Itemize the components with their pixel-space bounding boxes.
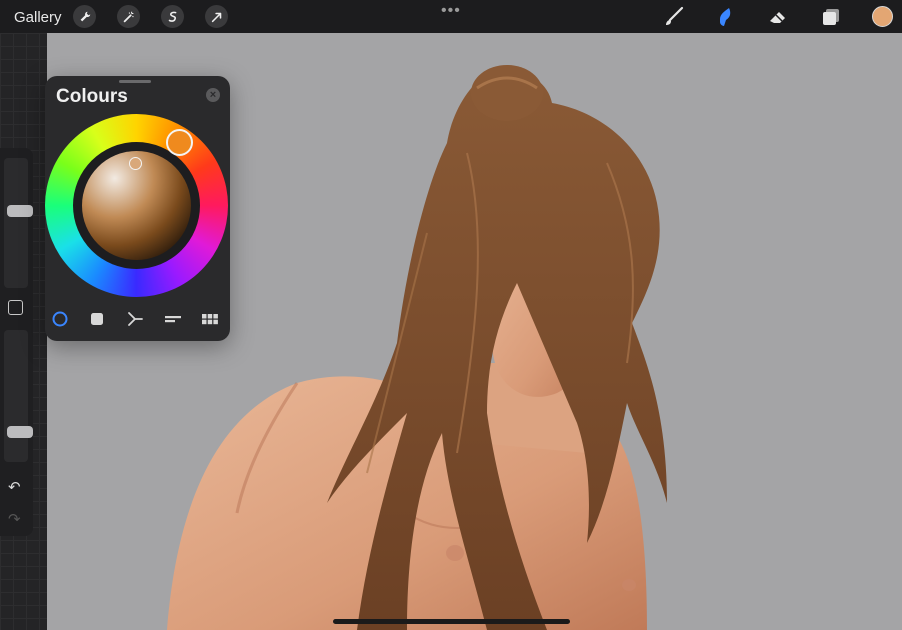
saturation-selector-handle[interactable]: [129, 157, 142, 170]
magic-wand-icon: [123, 11, 134, 22]
tab-disc[interactable]: [50, 310, 70, 328]
tab-classic[interactable]: [87, 310, 107, 328]
colour-mode-tabs: [45, 308, 230, 330]
layers-icon: [823, 9, 839, 25]
wrench-icon: [80, 11, 90, 21]
eraser-icon: [770, 12, 785, 23]
brush-tool-button[interactable]: [662, 5, 686, 29]
panel-grabber[interactable]: [119, 80, 151, 83]
gallery-button[interactable]: Gallery: [14, 9, 62, 26]
current-color-swatch[interactable]: [872, 6, 893, 27]
transform-button[interactable]: [205, 5, 228, 28]
adjustments-button[interactable]: [117, 5, 140, 28]
classic-mode-icon: [91, 313, 103, 325]
top-toolbar: Gallery •••: [0, 0, 902, 33]
tab-value[interactable]: [163, 310, 183, 328]
tab-palettes[interactable]: [200, 310, 220, 328]
colours-panel: Colours ×: [45, 76, 230, 341]
modify-button[interactable]: [8, 300, 23, 315]
brush-size-slider[interactable]: [4, 158, 33, 288]
palettes-mode-icon: [202, 314, 218, 325]
selection-icon: [168, 11, 176, 22]
opacity-slider-knob[interactable]: [7, 426, 33, 438]
selection-button[interactable]: [161, 5, 184, 28]
undo-button[interactable]: ↶: [8, 478, 21, 496]
eraser-tool-button[interactable]: [766, 5, 790, 29]
redo-button[interactable]: ↷: [8, 510, 21, 528]
more-options-button[interactable]: •••: [441, 2, 461, 20]
smudge-tool-button[interactable]: [714, 5, 738, 29]
hue-selector-handle[interactable]: [166, 129, 193, 156]
layers-button[interactable]: [819, 5, 843, 29]
close-panel-button[interactable]: ×: [206, 88, 220, 102]
harmony-mode-icon: [128, 312, 143, 326]
disc-mode-icon: [52, 311, 68, 327]
opacity-slider[interactable]: [4, 330, 33, 462]
tab-harmony[interactable]: [125, 310, 145, 328]
home-indicator: [333, 619, 570, 624]
brush-icon: [666, 6, 684, 25]
left-sidebar: ↶ ↷: [0, 148, 33, 536]
panel-title: Colours: [56, 86, 128, 107]
transform-arrow-icon: [211, 12, 221, 22]
hue-ring[interactable]: [45, 114, 228, 297]
brush-size-slider-knob[interactable]: [7, 205, 33, 217]
value-mode-icon: [165, 316, 181, 323]
actions-wrench-button[interactable]: [73, 5, 96, 28]
smudge-icon: [720, 8, 731, 26]
